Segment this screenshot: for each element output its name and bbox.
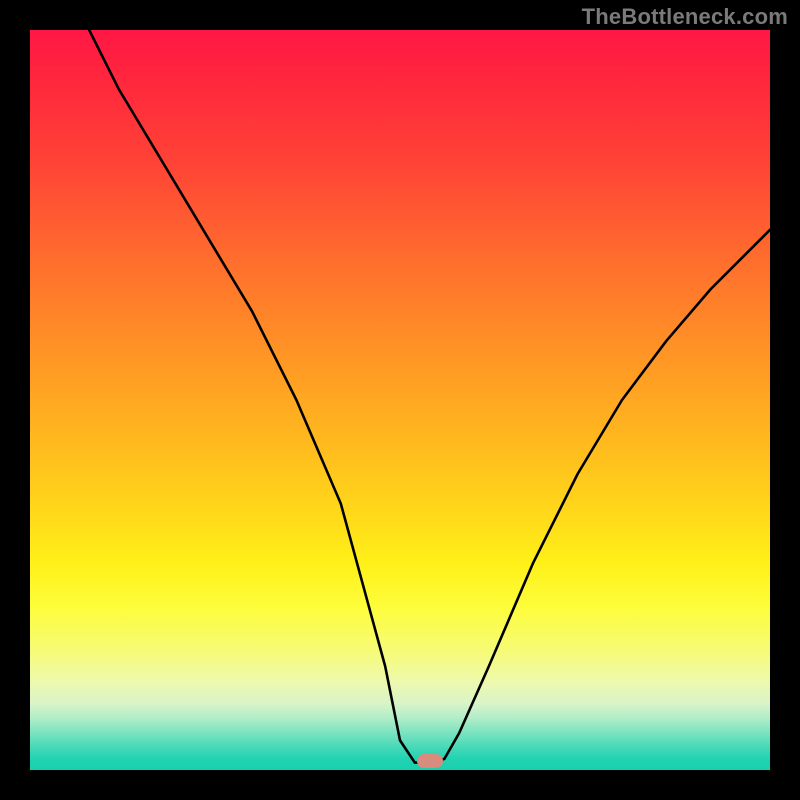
optimal-point-marker <box>417 754 443 768</box>
watermark-text: TheBottleneck.com <box>582 4 788 30</box>
bottleneck-curve <box>30 30 770 770</box>
plot-area <box>30 30 770 770</box>
